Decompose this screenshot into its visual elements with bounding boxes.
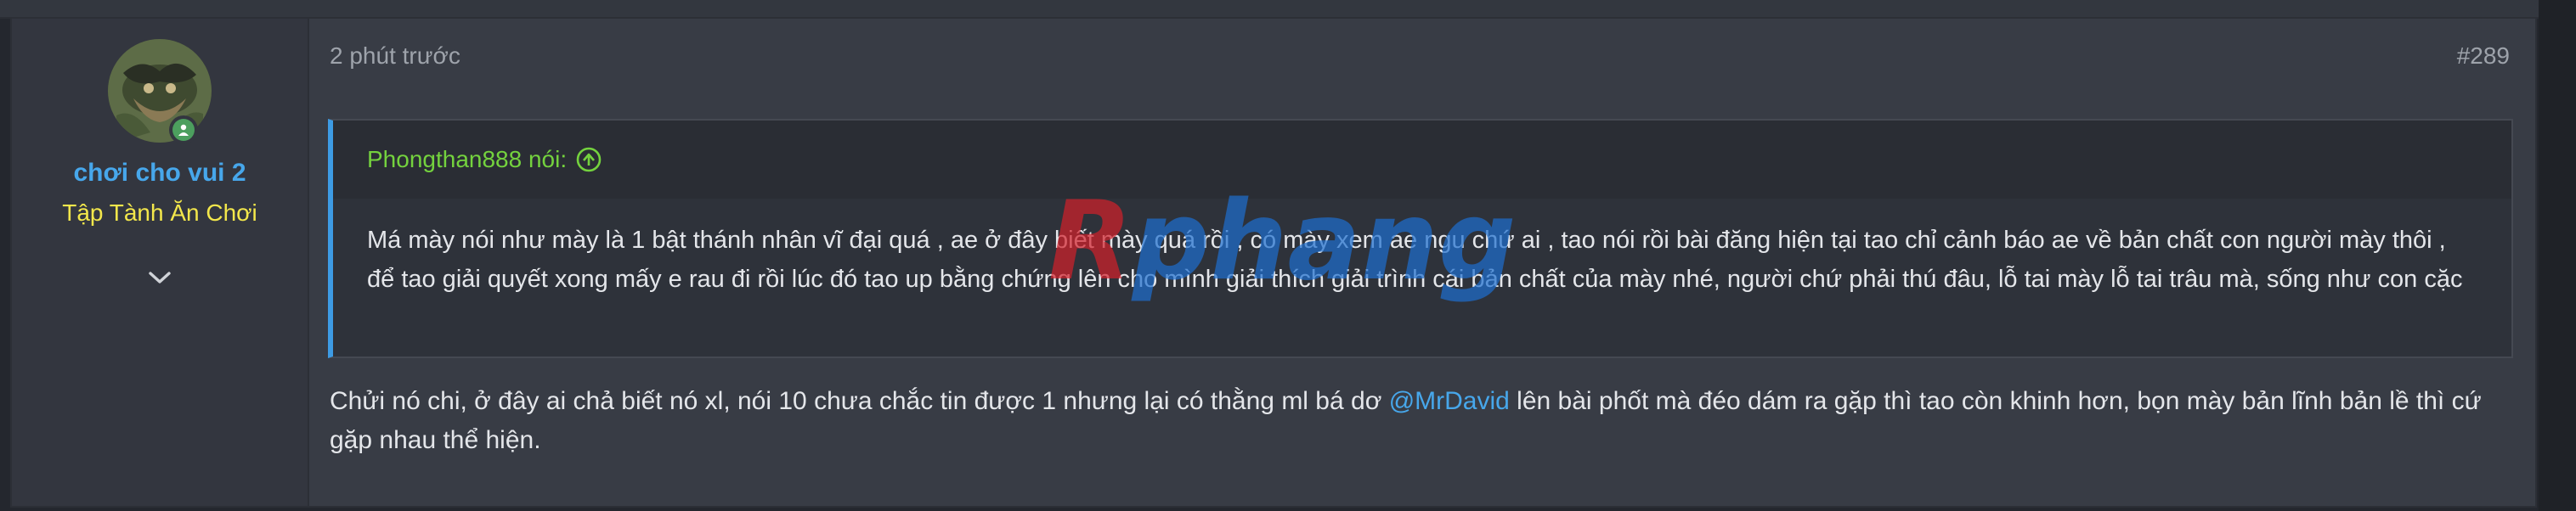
user-mention-link[interactable]: @MrDavid: [1389, 387, 1510, 415]
expand-user-info-button[interactable]: [141, 265, 178, 290]
post-number-link[interactable]: #289: [2457, 42, 2510, 70]
username-link[interactable]: chơi cho vui 2: [12, 159, 308, 188]
online-status-icon: [169, 115, 198, 144]
arrow-up-circle-icon[interactable]: [575, 146, 602, 173]
quote-author-link[interactable]: Phongthan888 nói:: [367, 146, 567, 173]
chevron-down-icon: [149, 272, 171, 284]
post-timestamp[interactable]: 2 phút trước: [330, 42, 460, 70]
user-title: Tập Tành Ăn Chơi: [62, 199, 257, 226]
reply-text-before: Chửi nó chi, ở đây ai chả biết nó xl, nó…: [330, 387, 1389, 415]
page-scrollbar[interactable]: [2539, 0, 2576, 511]
watermark-r: Rphang: [1048, 178, 1516, 305]
avatar[interactable]: [108, 39, 212, 144]
user-info-column: chơi cho vui 2 Tập Tành Ăn Chơi: [12, 19, 309, 506]
previous-post-edge: [0, 0, 2576, 19]
post-message: Chửi nó chi, ở đây ai chả biết nó xl, nó…: [330, 382, 2522, 460]
watermark-logo: Rphang: [1048, 178, 1516, 305]
